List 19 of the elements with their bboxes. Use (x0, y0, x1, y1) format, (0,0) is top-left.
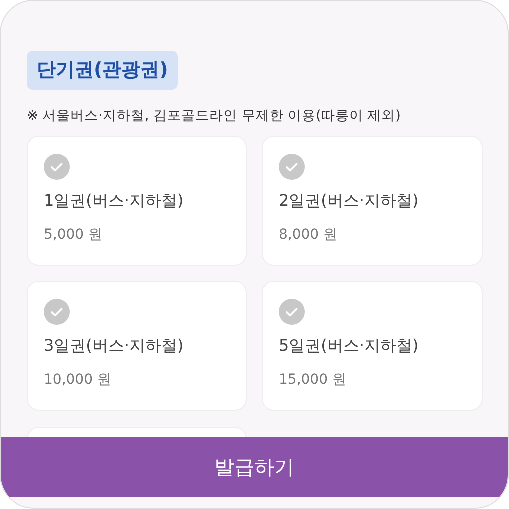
check-icon (279, 298, 305, 325)
pass-name: 1일권(버스·지하철) (44, 190, 185, 212)
check-icon (44, 298, 70, 325)
pass-card[interactable]: 5일권(버스·지하철) 15,000 원 (262, 280, 483, 411)
pass-name: 5일권(버스·지하철) (279, 334, 420, 357)
pass-card[interactable]: 2일권(버스·지하철) 8,000 원 (262, 136, 483, 266)
note-text: ※ 서울버스·지하철, 김포골드라인 무제한 이용(따릉이 제외) (27, 106, 402, 126)
check-icon (44, 154, 70, 180)
pass-name: 3일권(버스·지하철) (44, 334, 185, 357)
pass-price: 5,000 원 (44, 226, 104, 245)
pass-name: 2일권(버스·지하철) (279, 190, 420, 212)
pass-card[interactable]: 3일권(버스·지하철) 10,000 원 (27, 280, 247, 411)
check-icon (279, 154, 305, 180)
pass-price: 15,000 원 (279, 370, 348, 390)
pass-card[interactable]: 1일권(버스·지하철) 5,000 원 (27, 136, 247, 266)
issue-button[interactable]: 발급하기 (1, 437, 508, 497)
pass-price: 8,000 원 (279, 226, 339, 245)
pass-price: 10,000 원 (44, 370, 112, 390)
section-tag: 단기권(관광권) (27, 51, 178, 90)
